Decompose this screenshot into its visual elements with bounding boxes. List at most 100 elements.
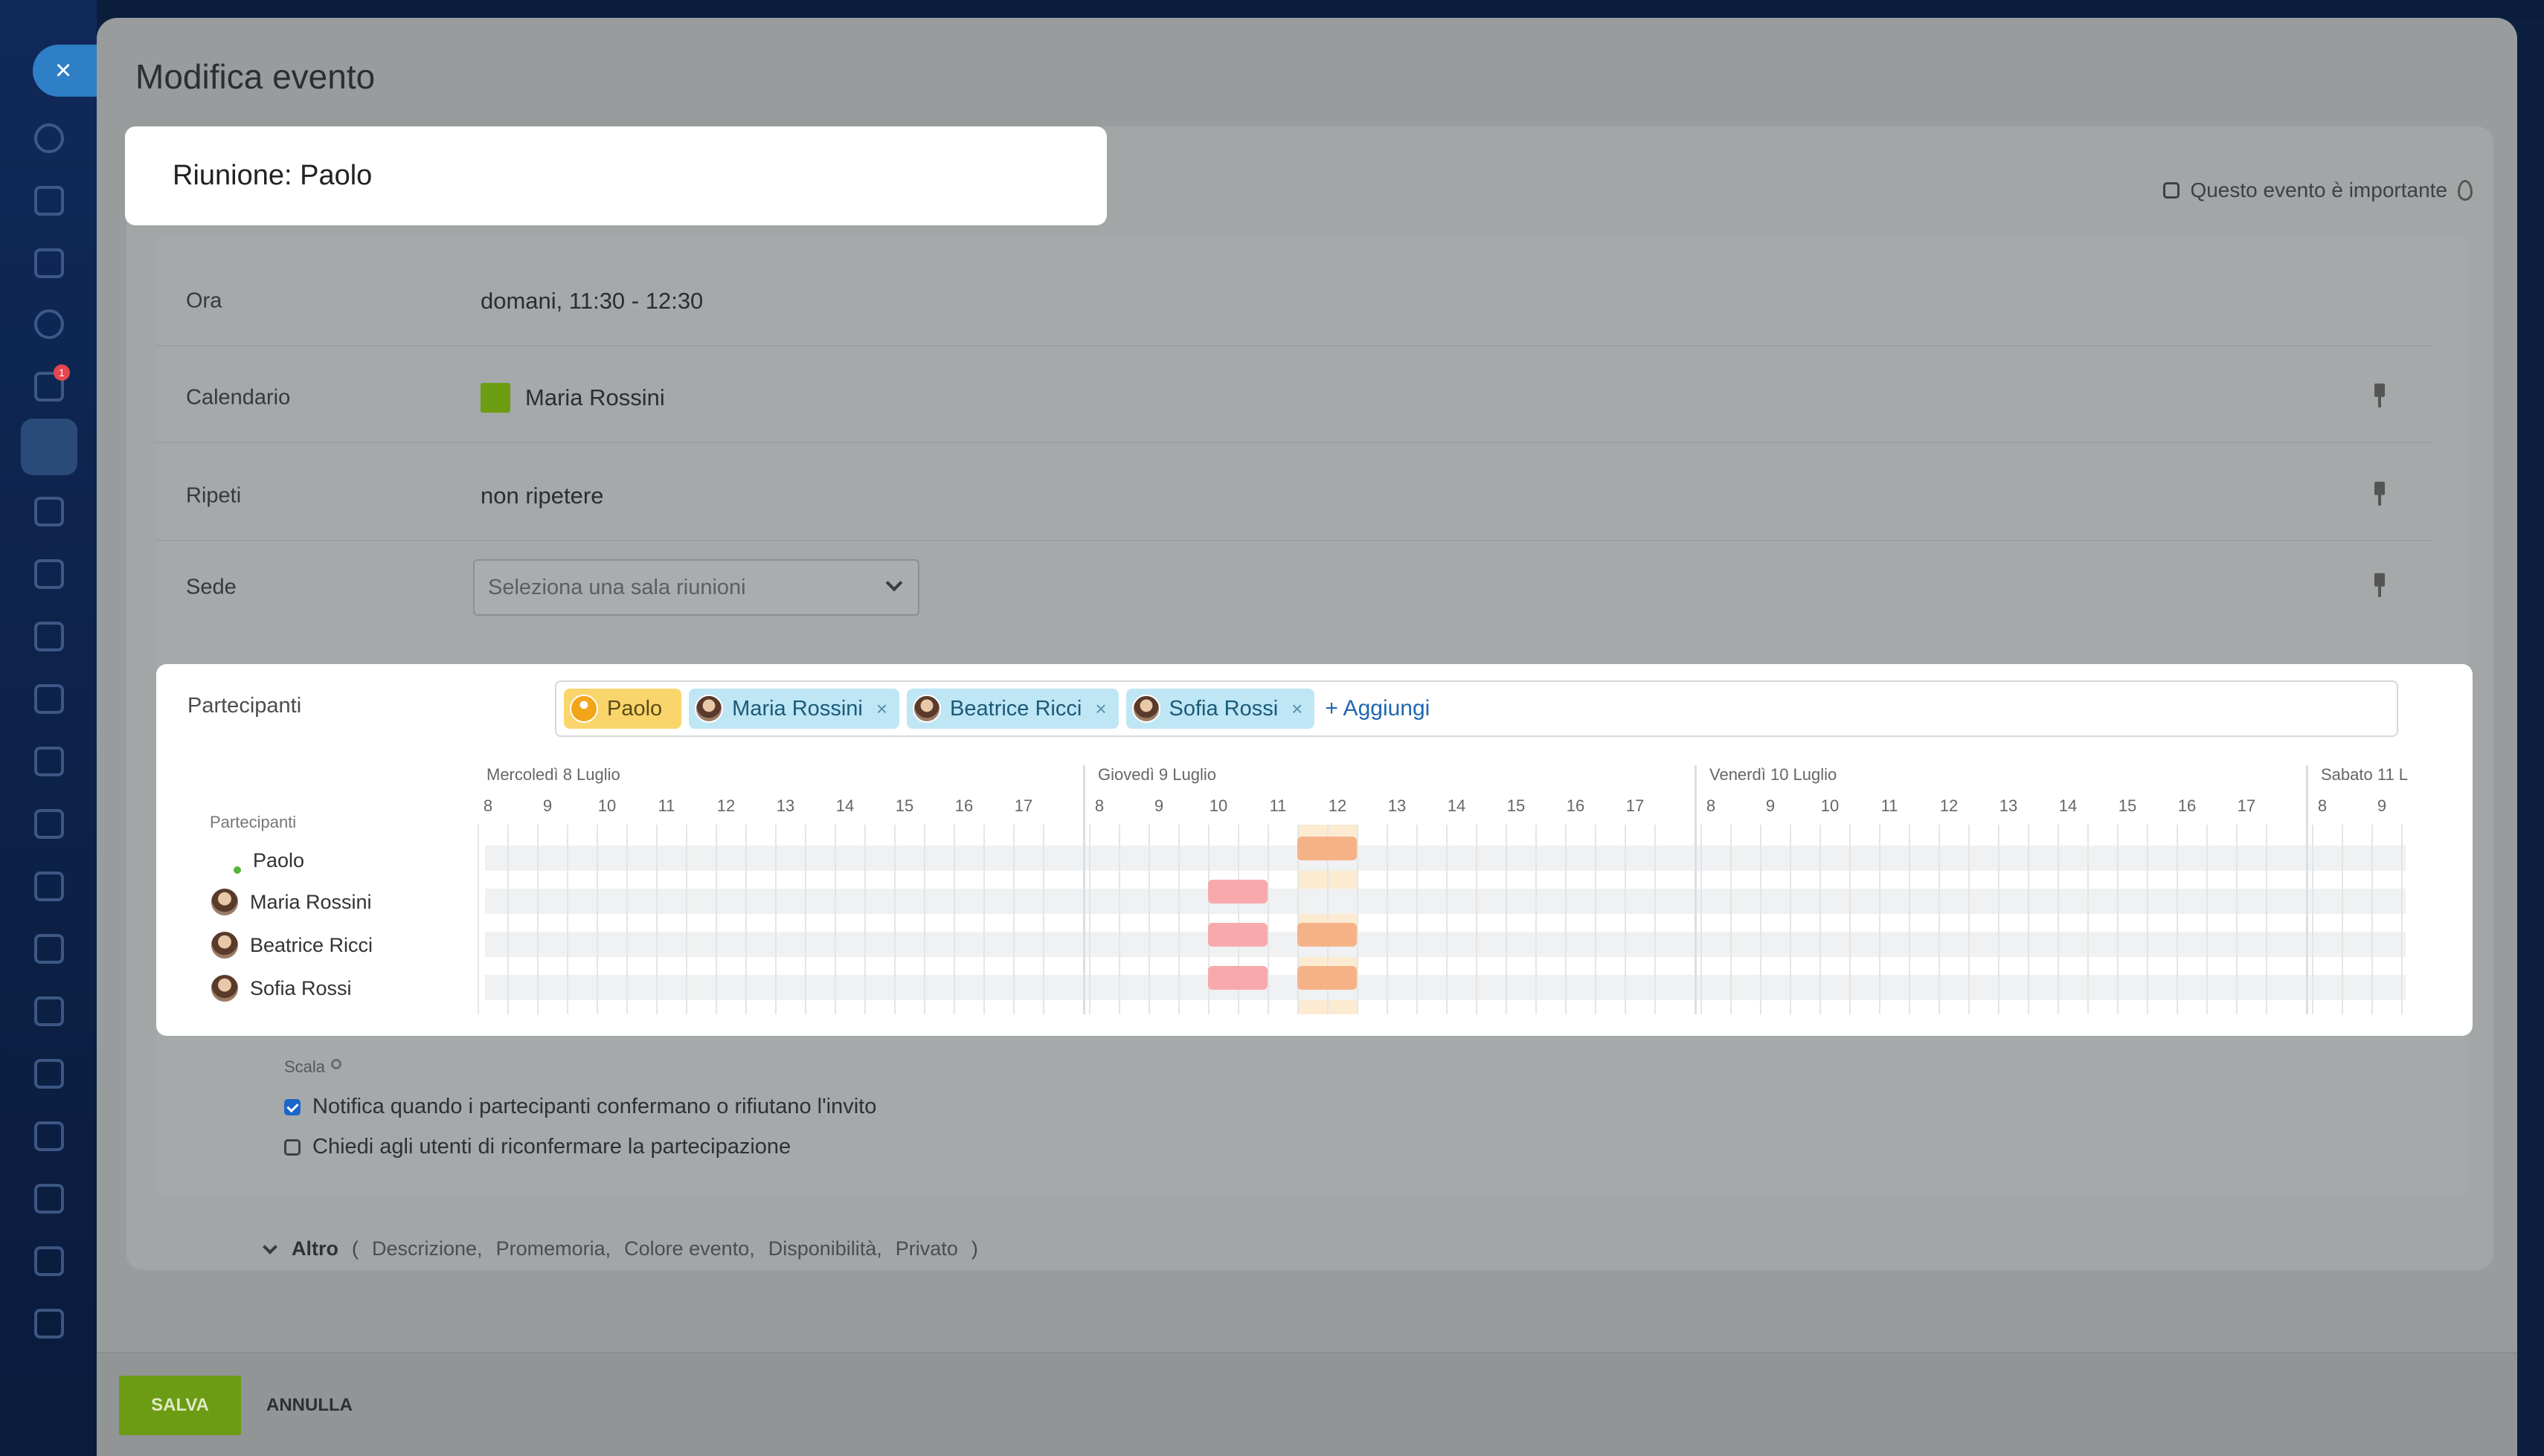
add-participant-link[interactable]: + Aggiungi [1325, 696, 1430, 721]
half-hour-gridline [567, 825, 568, 1014]
reconfirm-option[interactable]: Chiedi agli utenti di riconfermare la pa… [284, 1135, 791, 1159]
save-button[interactable]: SALVA [119, 1376, 241, 1435]
avatar [210, 887, 240, 917]
remove-icon[interactable]: × [1095, 698, 1106, 721]
hour-label: 15 [2118, 796, 2137, 815]
calendar-value[interactable]: Maria Rossini [481, 383, 665, 413]
remove-icon[interactable]: × [876, 698, 887, 721]
half-hour-gridline [626, 825, 628, 1014]
busy-block[interactable] [1208, 923, 1268, 947]
half-hour-gridline [864, 825, 866, 1014]
tasks-icon[interactable] [34, 248, 64, 278]
row-time[interactable]: Ora domani, 11:30 - 12:30 [156, 257, 2434, 347]
half-hour-gridline [1043, 825, 1044, 1014]
chat-icon[interactable] [34, 186, 64, 216]
robot-icon[interactable] [34, 1059, 64, 1089]
row-repeat[interactable]: Ripeti non ripetere [156, 452, 2434, 541]
half-hour-gridline [1849, 825, 1851, 1014]
scale-control[interactable]: Scala [284, 1057, 342, 1077]
pin-icon[interactable] [2374, 481, 2385, 506]
sign-icon[interactable] [34, 747, 64, 776]
person-name: Sofia Rossi [250, 976, 352, 999]
notify-checkbox[interactable] [284, 1098, 301, 1115]
rocket-icon[interactable] [34, 123, 64, 153]
analytics-icon[interactable] [34, 1246, 64, 1276]
event-title-input[interactable]: Riunione: Paolo [125, 126, 1107, 225]
reconfirm-label: Chiedi agli utenti di riconfermare la pa… [312, 1135, 791, 1159]
more-section[interactable]: Altro ( Descrizione, Promemoria, Colore … [263, 1237, 978, 1260]
person-name: Paolo [253, 848, 305, 872]
event-block[interactable] [1297, 837, 1357, 860]
mail-icon[interactable] [34, 684, 64, 714]
filter-icon[interactable] [34, 809, 64, 839]
hour-label: 8 [2317, 796, 2328, 815]
participant-token[interactable]: Maria Rossini × [689, 689, 900, 729]
drive-icon[interactable] [34, 622, 64, 651]
hour-label: 17 [1014, 796, 1033, 815]
hour-label: 12 [1328, 796, 1347, 815]
busy-block[interactable] [1208, 880, 1268, 903]
pin-icon[interactable] [2374, 573, 2385, 597]
important-toggle[interactable]: Questo evento è importante [2163, 178, 2473, 202]
repeat-label: Ripeti [186, 483, 242, 508]
list-icon[interactable] [34, 1184, 64, 1214]
pin-icon[interactable] [2374, 383, 2385, 408]
hour-gridline [656, 825, 658, 1014]
busy-block[interactable] [1208, 966, 1268, 990]
more-item-color[interactable]: Colore evento, [624, 1237, 755, 1260]
participant-token[interactable]: Beatrice Ricci × [907, 689, 1119, 729]
more-open-paren: ( [352, 1237, 359, 1260]
cart-icon[interactable] [34, 872, 64, 901]
hour-label: 17 [1625, 796, 1645, 815]
participant-token-owner[interactable]: Paolo [564, 689, 682, 729]
more-item-description[interactable]: Descrizione, [372, 1237, 483, 1260]
more-item-private[interactable]: Privato [896, 1237, 958, 1260]
cancel-button[interactable]: ANNULLA [266, 1376, 353, 1435]
more-item-availability[interactable]: Disponibilità, [768, 1237, 882, 1260]
store-icon[interactable] [34, 934, 64, 964]
row-calendar[interactable]: Calendario Maria Rossini [156, 354, 2434, 443]
hour-gridline [775, 825, 777, 1014]
hour-label: 14 [835, 796, 855, 815]
half-hour-gridline [2028, 825, 2029, 1014]
repeat-value[interactable]: non ripetere [481, 483, 603, 509]
hour-gridline [597, 825, 598, 1014]
document-icon[interactable] [34, 559, 64, 589]
important-checkbox[interactable] [2163, 182, 2180, 199]
remove-icon[interactable]: × [1291, 698, 1302, 721]
participant-token[interactable]: Sofia Rossi × [1125, 689, 1315, 729]
availability-grid[interactable]: Mercoledì 8 Luglio 8 9 10 11 12 13 14 15 16 17 Giov… [478, 765, 2408, 1014]
close-icon: × [55, 55, 72, 86]
hour-label: 16 [954, 796, 974, 815]
knowledge-icon[interactable] [34, 1121, 64, 1151]
event-block[interactable] [1297, 923, 1357, 947]
reconfirm-checkbox[interactable] [284, 1138, 301, 1156]
hour-label: 9 [1154, 796, 1164, 815]
event-block[interactable] [1297, 966, 1357, 990]
hour-label: 8 [1094, 796, 1105, 815]
pencil-icon[interactable] [34, 1309, 64, 1339]
hour-label: 13 [1999, 796, 2018, 815]
more-label[interactable]: Altro [292, 1237, 338, 1260]
hour-gridline [2371, 825, 2373, 1014]
half-hour-gridline [2342, 825, 2343, 1014]
participants-input[interactable]: Paolo Maria Rossini × Beatrice Ricci × S… [555, 680, 2398, 737]
time-label: Ora [186, 289, 222, 313]
half-hour-gridline [1476, 825, 1477, 1014]
time-value[interactable]: domani, 11:30 - 12:30 [481, 288, 703, 315]
hour-gridline [2177, 825, 2178, 1014]
gear-icon[interactable] [331, 1059, 342, 1069]
meeting-room-placeholder: Seleziona una sala riunioni [488, 575, 746, 599]
more-item-reminder[interactable]: Promemoria, [496, 1237, 611, 1260]
meeting-room-select[interactable]: Seleziona una sala riunioni [473, 559, 919, 616]
gear-icon[interactable] [34, 309, 64, 339]
left-sidebar: 1 [0, 0, 97, 1456]
notify-option[interactable]: Notifica quando i partecipanti conferman… [284, 1095, 876, 1119]
board-icon[interactable] [34, 497, 64, 526]
calendar-icon[interactable] [21, 419, 77, 475]
sites-icon[interactable] [34, 996, 64, 1026]
row-location[interactable]: Sede Seleziona una sala riunioni [156, 543, 2434, 632]
user-icon [210, 843, 213, 868]
grid-body[interactable] [478, 825, 2406, 1014]
half-hour-gridline [1595, 825, 1596, 1014]
